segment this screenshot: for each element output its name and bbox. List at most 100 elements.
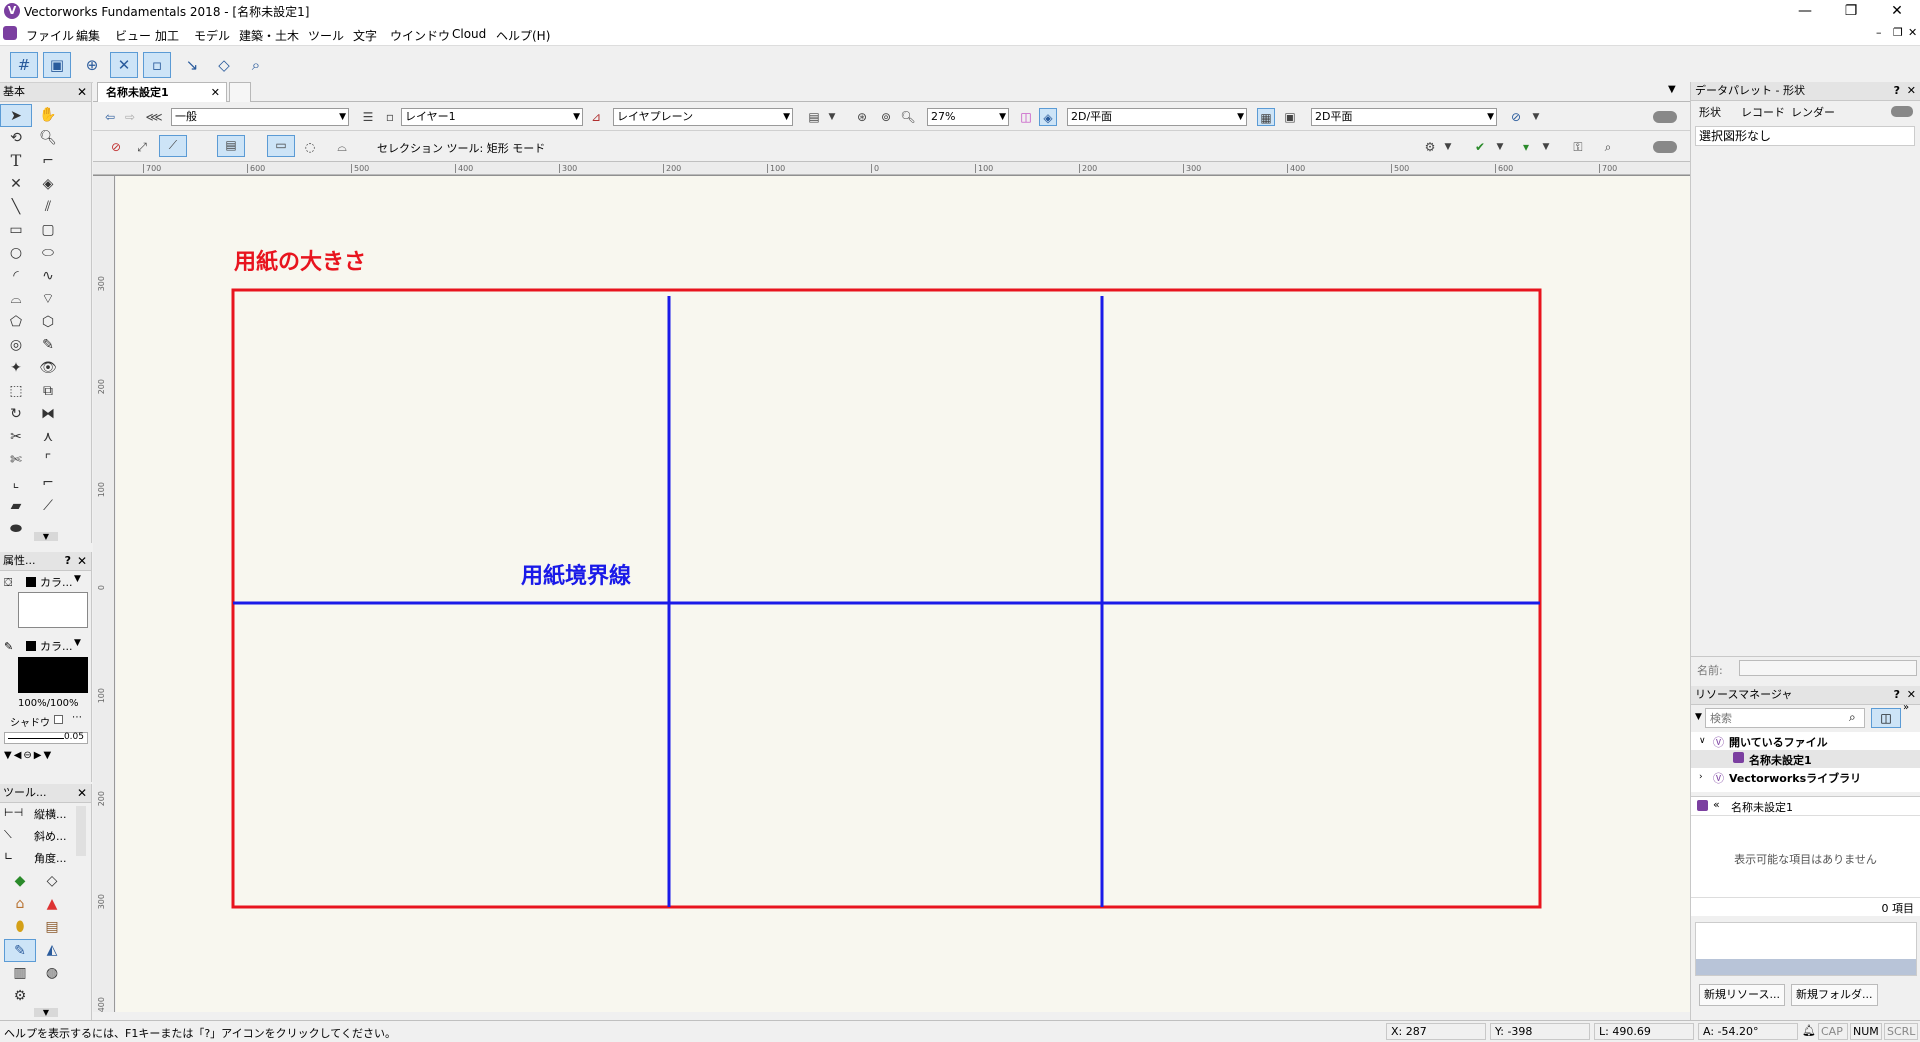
visibility-tool-icon[interactable]: 👁︎ [32, 357, 64, 380]
attribute-mapping-tool-icon[interactable]: ✦ [0, 357, 32, 380]
fill-preview[interactable] [18, 592, 88, 628]
trim-tool-icon[interactable]: ✄ [0, 449, 32, 472]
page-icon[interactable]: ▤ [805, 108, 823, 126]
tool-set-box-icon[interactable]: ▤ [36, 916, 68, 939]
tab-list-chevron-icon[interactable]: ▼ [1668, 84, 1676, 95]
regular-polygon-tool-icon[interactable]: ⬡ [32, 311, 64, 334]
flyover-tool-icon[interactable]: ⟲ [0, 127, 32, 150]
back-arrow-icon[interactable]: ⇦ [101, 108, 119, 126]
menu-view[interactable]: ビュー [115, 27, 151, 44]
new-resource-button[interactable]: 新規リソース... [1699, 984, 1785, 1006]
double-line-tool-icon[interactable]: ⫽ [32, 196, 64, 219]
mode-bar-menu-icon[interactable] [1653, 141, 1677, 153]
menu-edit[interactable]: 編集 [76, 27, 100, 44]
line-tool-icon[interactable]: ╲ [0, 196, 32, 219]
standard-view-select[interactable]: 2D平面 ▼ [1311, 108, 1497, 126]
tree-library[interactable]: Vectorworksライブラリ [1729, 770, 1861, 786]
clip-tool-icon[interactable]: ⌐ [32, 472, 64, 495]
minimize-button[interactable]: — [1782, 0, 1828, 22]
arc-tool-icon[interactable]: ◜ [0, 265, 32, 288]
menu-file[interactable]: ファイル [26, 27, 74, 44]
pan-tool-icon[interactable]: ✋ [32, 104, 64, 127]
rectangle-tool-icon[interactable]: ▭ [0, 219, 32, 242]
tool-set-item[interactable]: 斜め... [34, 828, 67, 844]
more-icon[interactable]: ⋯ [72, 712, 82, 723]
close-icon[interactable]: ✕ [1907, 82, 1916, 100]
tool-set-item[interactable]: 縦横... [34, 806, 67, 822]
eraser-tool-icon[interactable]: ▰ [0, 495, 32, 518]
connect-tool-icon[interactable]: ⋏ [32, 426, 64, 449]
tab-record[interactable]: レコード [1741, 104, 1785, 120]
expand-icon[interactable]: » [1903, 702, 1909, 713]
spiral-tool-icon[interactable]: ◎ [0, 334, 32, 357]
freehand-tool-icon[interactable]: ∿ [32, 265, 64, 288]
chevron-down-icon[interactable]: ▼ [1439, 138, 1457, 156]
menu-tools[interactable]: ツール [308, 27, 344, 44]
snap-edge-icon[interactable]: ⌕ [242, 52, 270, 78]
filter-icon[interactable]: ▾ [1517, 138, 1535, 156]
tool-set-item[interactable]: 角度... [34, 850, 67, 866]
fillet-tool-icon[interactable]: ⌜ [32, 449, 64, 472]
tree-open-files[interactable]: 開いているファイル [1729, 734, 1828, 750]
text-tool-icon[interactable]: T [0, 150, 32, 173]
scrollbar[interactable] [76, 806, 86, 856]
menu-model[interactable]: モデル [194, 27, 230, 44]
lock-icon[interactable]: ⚿ [1569, 138, 1587, 156]
menu-help[interactable]: ヘルプ(H) [496, 27, 550, 44]
rectangle-mode-icon[interactable]: ▭ [267, 135, 295, 157]
tree-file-row[interactable]: 名称未設定1 [1691, 750, 1920, 768]
tool-set-detail-icon[interactable]: ▥ [4, 962, 36, 985]
fill-tool-icon[interactable]: ◈ [32, 173, 64, 196]
expand-chevron-icon[interactable]: ▼ [34, 1008, 58, 1017]
class-select[interactable]: 一般 ▼ [171, 108, 349, 126]
snap-angle-icon[interactable]: ⊕ [78, 52, 106, 78]
single-object-interaction-icon[interactable]: ⟋ [159, 135, 187, 157]
zoom-tool-icon[interactable]: 🔍︎ [32, 127, 64, 150]
snap-tangent-icon[interactable]: ↘ [178, 52, 206, 78]
chevron-down-icon[interactable]: ▼ [74, 574, 81, 584]
rotate-tool-icon[interactable]: ↻ [0, 403, 32, 426]
move-tool-icon[interactable]: ⬬ [0, 518, 32, 541]
check-icon[interactable]: ✔ [1471, 138, 1489, 156]
view-toggle-button[interactable]: ◫ [1871, 708, 1901, 728]
render-mode-select[interactable]: 2D/平面 ▼ [1067, 108, 1247, 126]
disable-interactive-scaling-icon[interactable]: ⊘ [107, 138, 125, 156]
align-mode-icon[interactable]: ▤ [217, 135, 245, 157]
name-field[interactable] [1739, 660, 1917, 676]
close-button[interactable]: ✕ [1874, 0, 1920, 22]
oval-tool-icon[interactable]: ⬭ [32, 242, 64, 265]
palette-menu-icon[interactable] [1891, 106, 1913, 117]
menu-cloud[interactable]: Cloud [452, 27, 486, 41]
reshape-tool-icon[interactable]: ⬚ [0, 380, 32, 403]
chevron-down-icon[interactable]: ▼ [1527, 108, 1545, 126]
line-weight-select[interactable]: 0.05 [4, 732, 88, 744]
snap-distance-icon[interactable]: ▫ [143, 52, 171, 78]
pen-style-select[interactable]: カラ... [40, 638, 73, 654]
pen-swatch[interactable] [26, 641, 36, 651]
view-toggle-icon[interactable]: ◫ [1017, 108, 1035, 126]
tool-set-building-icon[interactable]: ◇ [36, 870, 68, 893]
selection-tool-icon[interactable]: ➤ [0, 104, 32, 127]
layer-options-icon[interactable]: ▫ [381, 108, 399, 126]
restore-button[interactable]: ❐ [1828, 0, 1874, 22]
snap-object-icon[interactable]: ▣ [43, 52, 71, 78]
zoom-select[interactable]: 27% ▼ [927, 108, 1009, 126]
standard-view-icon[interactable]: ▣ [1281, 108, 1299, 126]
document-icon[interactable] [3, 26, 17, 40]
chevron-down-icon[interactable]: ∨ [1699, 736, 1706, 746]
chamfer-tool-icon[interactable]: ⌞ [0, 472, 32, 495]
split-tool-icon[interactable]: ✂ [0, 426, 32, 449]
mirror-tool-icon[interactable]: ⧓ [32, 403, 64, 426]
help-icon[interactable]: ? [1894, 686, 1900, 704]
tool-set-site-icon[interactable]: ◭ [36, 939, 68, 962]
expand-chevron-icon[interactable]: ▼ [34, 532, 58, 541]
fill-swatch[interactable] [26, 577, 36, 587]
menu-modify[interactable]: 加工 [155, 27, 179, 44]
polyline-tool-icon[interactable]: ⌓ [0, 288, 32, 311]
zoom-page-icon[interactable]: ⊚ [877, 108, 895, 126]
snap-point-icon[interactable]: ◇ [210, 52, 238, 78]
scale-handles-icon[interactable]: ⤢ [133, 138, 151, 156]
tool-set-dimension-icon[interactable]: ✎ [4, 939, 36, 962]
close-icon[interactable]: ✕ [77, 784, 87, 802]
zoom-fit-icon[interactable]: ⊛ [853, 108, 871, 126]
